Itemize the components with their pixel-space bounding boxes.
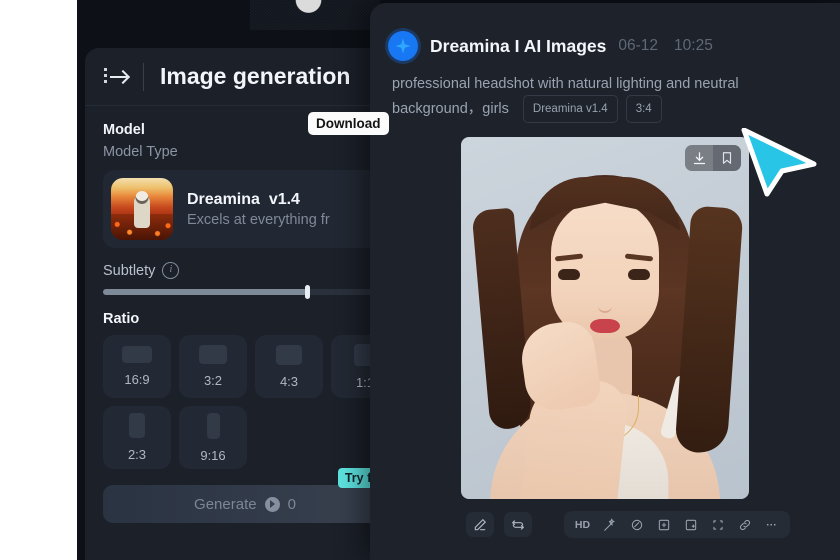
model-description: Excels at everything fr [187,211,330,228]
header-divider [143,62,144,91]
edit-pencil-icon[interactable] [466,512,494,537]
subtlety-slider-fill [103,289,308,295]
collapse-sidebar-icon[interactable] [103,66,129,88]
credit-bolt-icon [264,496,280,512]
ratio-shape-icon [206,412,220,439]
generated-image[interactable] [461,137,749,499]
generate-button[interactable]: Generate 0 [103,485,387,523]
result-card-header: Dreamina I AI Images 06-12 10:25 [370,3,840,61]
more-options-icon[interactable]: ··· [759,514,784,535]
ratio-shape-icon [122,346,152,363]
model-name: Dreamina v1.4 [187,191,330,209]
ratio-option-2-3[interactable]: 2:3 [103,406,171,469]
image-action-bar [685,145,741,171]
inpaint-icon[interactable] [651,514,676,535]
info-icon[interactable]: i [162,262,180,279]
generate-credits: 0 [287,495,296,513]
model-meta: Dreamina v1.4 Excels at everything fr [187,191,330,228]
prompt-tag: 3:4 [625,95,662,123]
download-tooltip: Download [308,112,389,135]
model-name-text: Dreamina [187,190,260,208]
ratio-option-4-3[interactable]: 4:3 [255,335,323,398]
subtlety-label: Subtlety [103,262,156,279]
ratio-label: 3:2 [203,373,223,388]
cursor-arrow [740,128,820,198]
prompt-block: professional headshot with natural light… [370,61,840,123]
panel-header: Image generation [85,48,405,106]
ratio-shape-icon [276,344,302,365]
ratio-label: 9:16 [200,447,226,463]
prompt-tags: Dreamina v1.4 3:4 [522,95,662,123]
result-time: 10:25 [674,37,713,54]
result-toolbar-group: HD ··· [564,511,790,538]
ratio-shape-icon [199,345,227,364]
result-card-title: Dreamina I AI Images [430,35,607,56]
crop-icon[interactable] [705,514,730,535]
result-card: Dreamina I AI Images 06-12 10:25 profess… [370,3,840,560]
ratio-option-3-2[interactable]: 3:2 [179,335,247,398]
retouch-icon[interactable] [624,514,649,535]
astronaut-thumbnail [111,178,173,240]
bookmark-icon[interactable] [713,145,741,171]
subtlety-label-row: Subtlety i [103,262,387,279]
ratio-label: 16:9 [124,372,150,387]
magic-wand-icon[interactable] [597,514,622,535]
result-toolbar: HD ··· [466,511,790,538]
download-icon[interactable] [685,145,713,171]
ratio-option-16-9[interactable]: 16:9 [103,335,171,398]
model-section-subtitle: Model Type [103,144,178,160]
ratio-section-title: Ratio [103,311,140,327]
link-icon[interactable] [732,514,757,535]
screen-root: Image generation Model Model Type Dreami… [0,0,840,560]
ratio-label: 2:3 [127,447,147,462]
panel-body: Model Model Type Dreamina v1.4 Excels at… [85,106,405,523]
regenerate-icon[interactable] [504,512,532,537]
model-version: v1.4 [268,190,300,208]
page-title: Image generation [160,63,351,89]
generate-wrap: Generate 0 Try free [103,468,397,523]
result-date: 06-12 [618,37,659,54]
ratio-option-9-16[interactable]: 9:16 [179,406,247,469]
ratio-options: 16:9 3:2 4:3 1:1 2:3 9:16 [103,335,399,469]
ratio-label: 4:3 [279,373,299,389]
generate-label: Generate [194,495,257,513]
model-card[interactable]: Dreamina v1.4 Excels at everything fr [103,170,387,248]
ratio-shape-icon [129,413,145,438]
dreamina-star-logo-icon [388,31,418,61]
subtlety-slider[interactable] [103,285,387,299]
expand-canvas-icon[interactable] [678,514,703,535]
subtlety-slider-thumb[interactable] [305,285,311,299]
hd-label[interactable]: HD [570,514,595,535]
prompt-tag: Dreamina v1.4 [522,95,618,123]
top-noise-artifact [250,0,380,30]
